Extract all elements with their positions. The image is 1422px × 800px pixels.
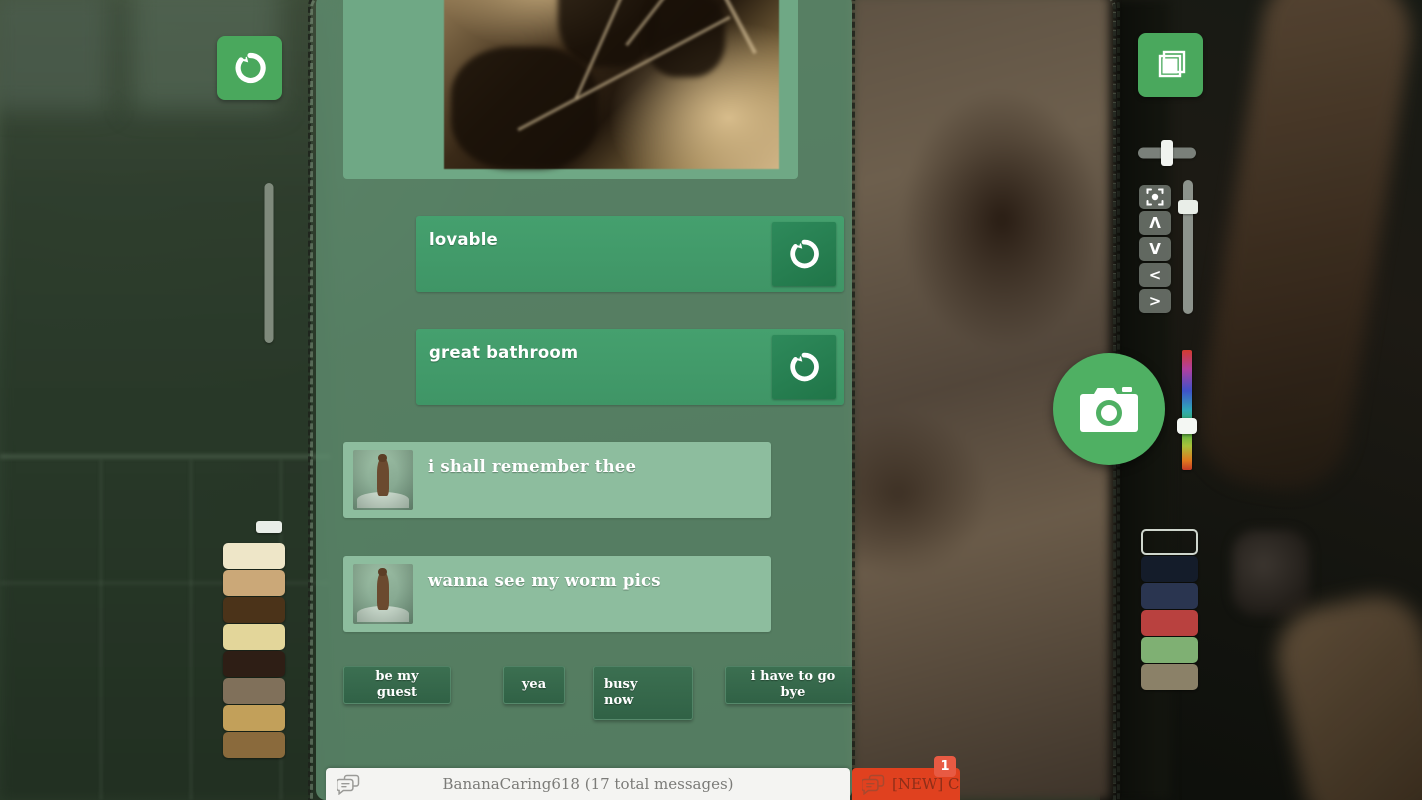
pan-horizontal-slider[interactable] <box>1138 140 1196 166</box>
pan-left-button[interactable]: < <box>1139 263 1171 287</box>
new-chat-badge: 1 <box>934 756 956 777</box>
pan-right-button[interactable]: > <box>1139 289 1171 313</box>
message-outgoing[interactable]: lovable <box>416 216 844 292</box>
color-swatch[interactable] <box>1141 556 1198 582</box>
pan-up-button[interactable]: Λ <box>1139 211 1171 235</box>
slider-knob[interactable] <box>1178 200 1198 214</box>
message-text: lovable <box>429 230 498 249</box>
resend-button[interactable] <box>772 222 836 286</box>
camera-button[interactable] <box>1053 353 1165 465</box>
dpad-glyph: < <box>1148 266 1162 284</box>
dpad-glyph: Λ <box>1149 214 1161 232</box>
app-window: lovable great bathroom i shall remember … <box>0 0 1422 800</box>
layers-icon <box>1158 50 1185 78</box>
chat-bubbles-icon <box>326 774 372 795</box>
message-text: wanna see my worm pics <box>428 571 661 590</box>
ouroboros-icon <box>235 52 266 84</box>
new-chat-label: [NEW] C <box>892 775 960 793</box>
slider-track[interactable] <box>264 183 274 343</box>
message-text: i shall remember thee <box>428 457 637 476</box>
zoom-vertical-slider[interactable] <box>1172 180 1204 320</box>
background-tile-seam <box>190 460 192 800</box>
background-tile-seam <box>100 460 102 800</box>
pan-down-button[interactable]: V <box>1139 237 1171 261</box>
hue-knob[interactable] <box>1177 418 1197 434</box>
quick-reply-label: be my guest <box>375 668 419 700</box>
slider-knob[interactable] <box>256 521 282 533</box>
color-swatch[interactable] <box>1141 529 1198 555</box>
hue-track[interactable] <box>1182 350 1192 470</box>
chat-status-bar[interactable]: BananaCaring618 (17 total messages) <box>326 768 850 800</box>
ouroboros-icon <box>790 352 819 382</box>
message-incoming[interactable]: i shall remember thee <box>343 442 771 518</box>
color-swatch[interactable] <box>223 597 285 623</box>
message-text: great bathroom <box>429 343 579 362</box>
color-swatch[interactable] <box>223 570 285 596</box>
color-swatch[interactable] <box>223 624 285 650</box>
quick-reply-button[interactable]: be my guest <box>343 666 451 704</box>
background-watch <box>1232 530 1310 616</box>
avatar[interactable] <box>353 564 413 624</box>
color-swatch[interactable] <box>223 543 285 569</box>
center-target-button[interactable] <box>1139 185 1171 209</box>
color-swatch[interactable] <box>223 732 285 758</box>
quick-reply-label: yea <box>521 676 547 692</box>
dpad-glyph: V <box>1149 240 1161 258</box>
color-swatch[interactable] <box>1141 583 1198 609</box>
hue-slider[interactable] <box>1177 350 1197 470</box>
layers-button[interactable] <box>1138 33 1203 97</box>
message-outgoing[interactable]: great bathroom <box>416 329 844 405</box>
color-swatch[interactable] <box>1141 637 1198 663</box>
message-photo[interactable] <box>343 0 798 179</box>
target-icon <box>1146 188 1164 206</box>
quick-reply-button[interactable]: i have to go bye <box>725 666 852 704</box>
message-incoming[interactable]: wanna see my worm pics <box>343 556 771 632</box>
quick-reply-button[interactable]: busy now <box>593 666 693 720</box>
color-swatch[interactable] <box>223 678 285 704</box>
slider-knob[interactable] <box>1161 140 1173 166</box>
color-swatch[interactable] <box>1141 610 1198 636</box>
background-window-left <box>0 0 110 110</box>
clothing-palette[interactable] <box>1141 529 1198 690</box>
quick-reply-row[interactable]: be my guest yea busy now i have to go bye <box>343 666 852 728</box>
camera-icon <box>1080 387 1138 432</box>
resend-button[interactable] <box>772 335 836 399</box>
color-swatch[interactable] <box>223 705 285 731</box>
left-zoom-slider[interactable] <box>252 183 286 533</box>
quick-reply-label: busy now <box>604 676 638 708</box>
skin-tone-palette[interactable] <box>223 543 285 758</box>
ouroboros-icon <box>790 239 819 269</box>
quick-reply-label: i have to go bye <box>750 668 836 700</box>
chat-bubbles-icon <box>862 774 885 795</box>
message-list[interactable]: lovable great bathroom i shall remember … <box>316 0 852 750</box>
color-swatch[interactable] <box>223 651 285 677</box>
quick-reply-button[interactable]: yea <box>503 666 565 704</box>
chat-status-text: BananaCaring618 (17 total messages) <box>442 775 734 793</box>
photo-thumbnail[interactable] <box>444 0 779 169</box>
background-ledge <box>0 455 330 458</box>
chat-panel: lovable great bathroom i shall remember … <box>316 0 852 800</box>
dpad-glyph: > <box>1148 292 1162 310</box>
dpad-controls[interactable]: Λ V < > <box>1139 185 1171 315</box>
avatar[interactable] <box>353 450 413 510</box>
reload-button[interactable] <box>217 36 282 100</box>
color-swatch[interactable] <box>1141 664 1198 690</box>
